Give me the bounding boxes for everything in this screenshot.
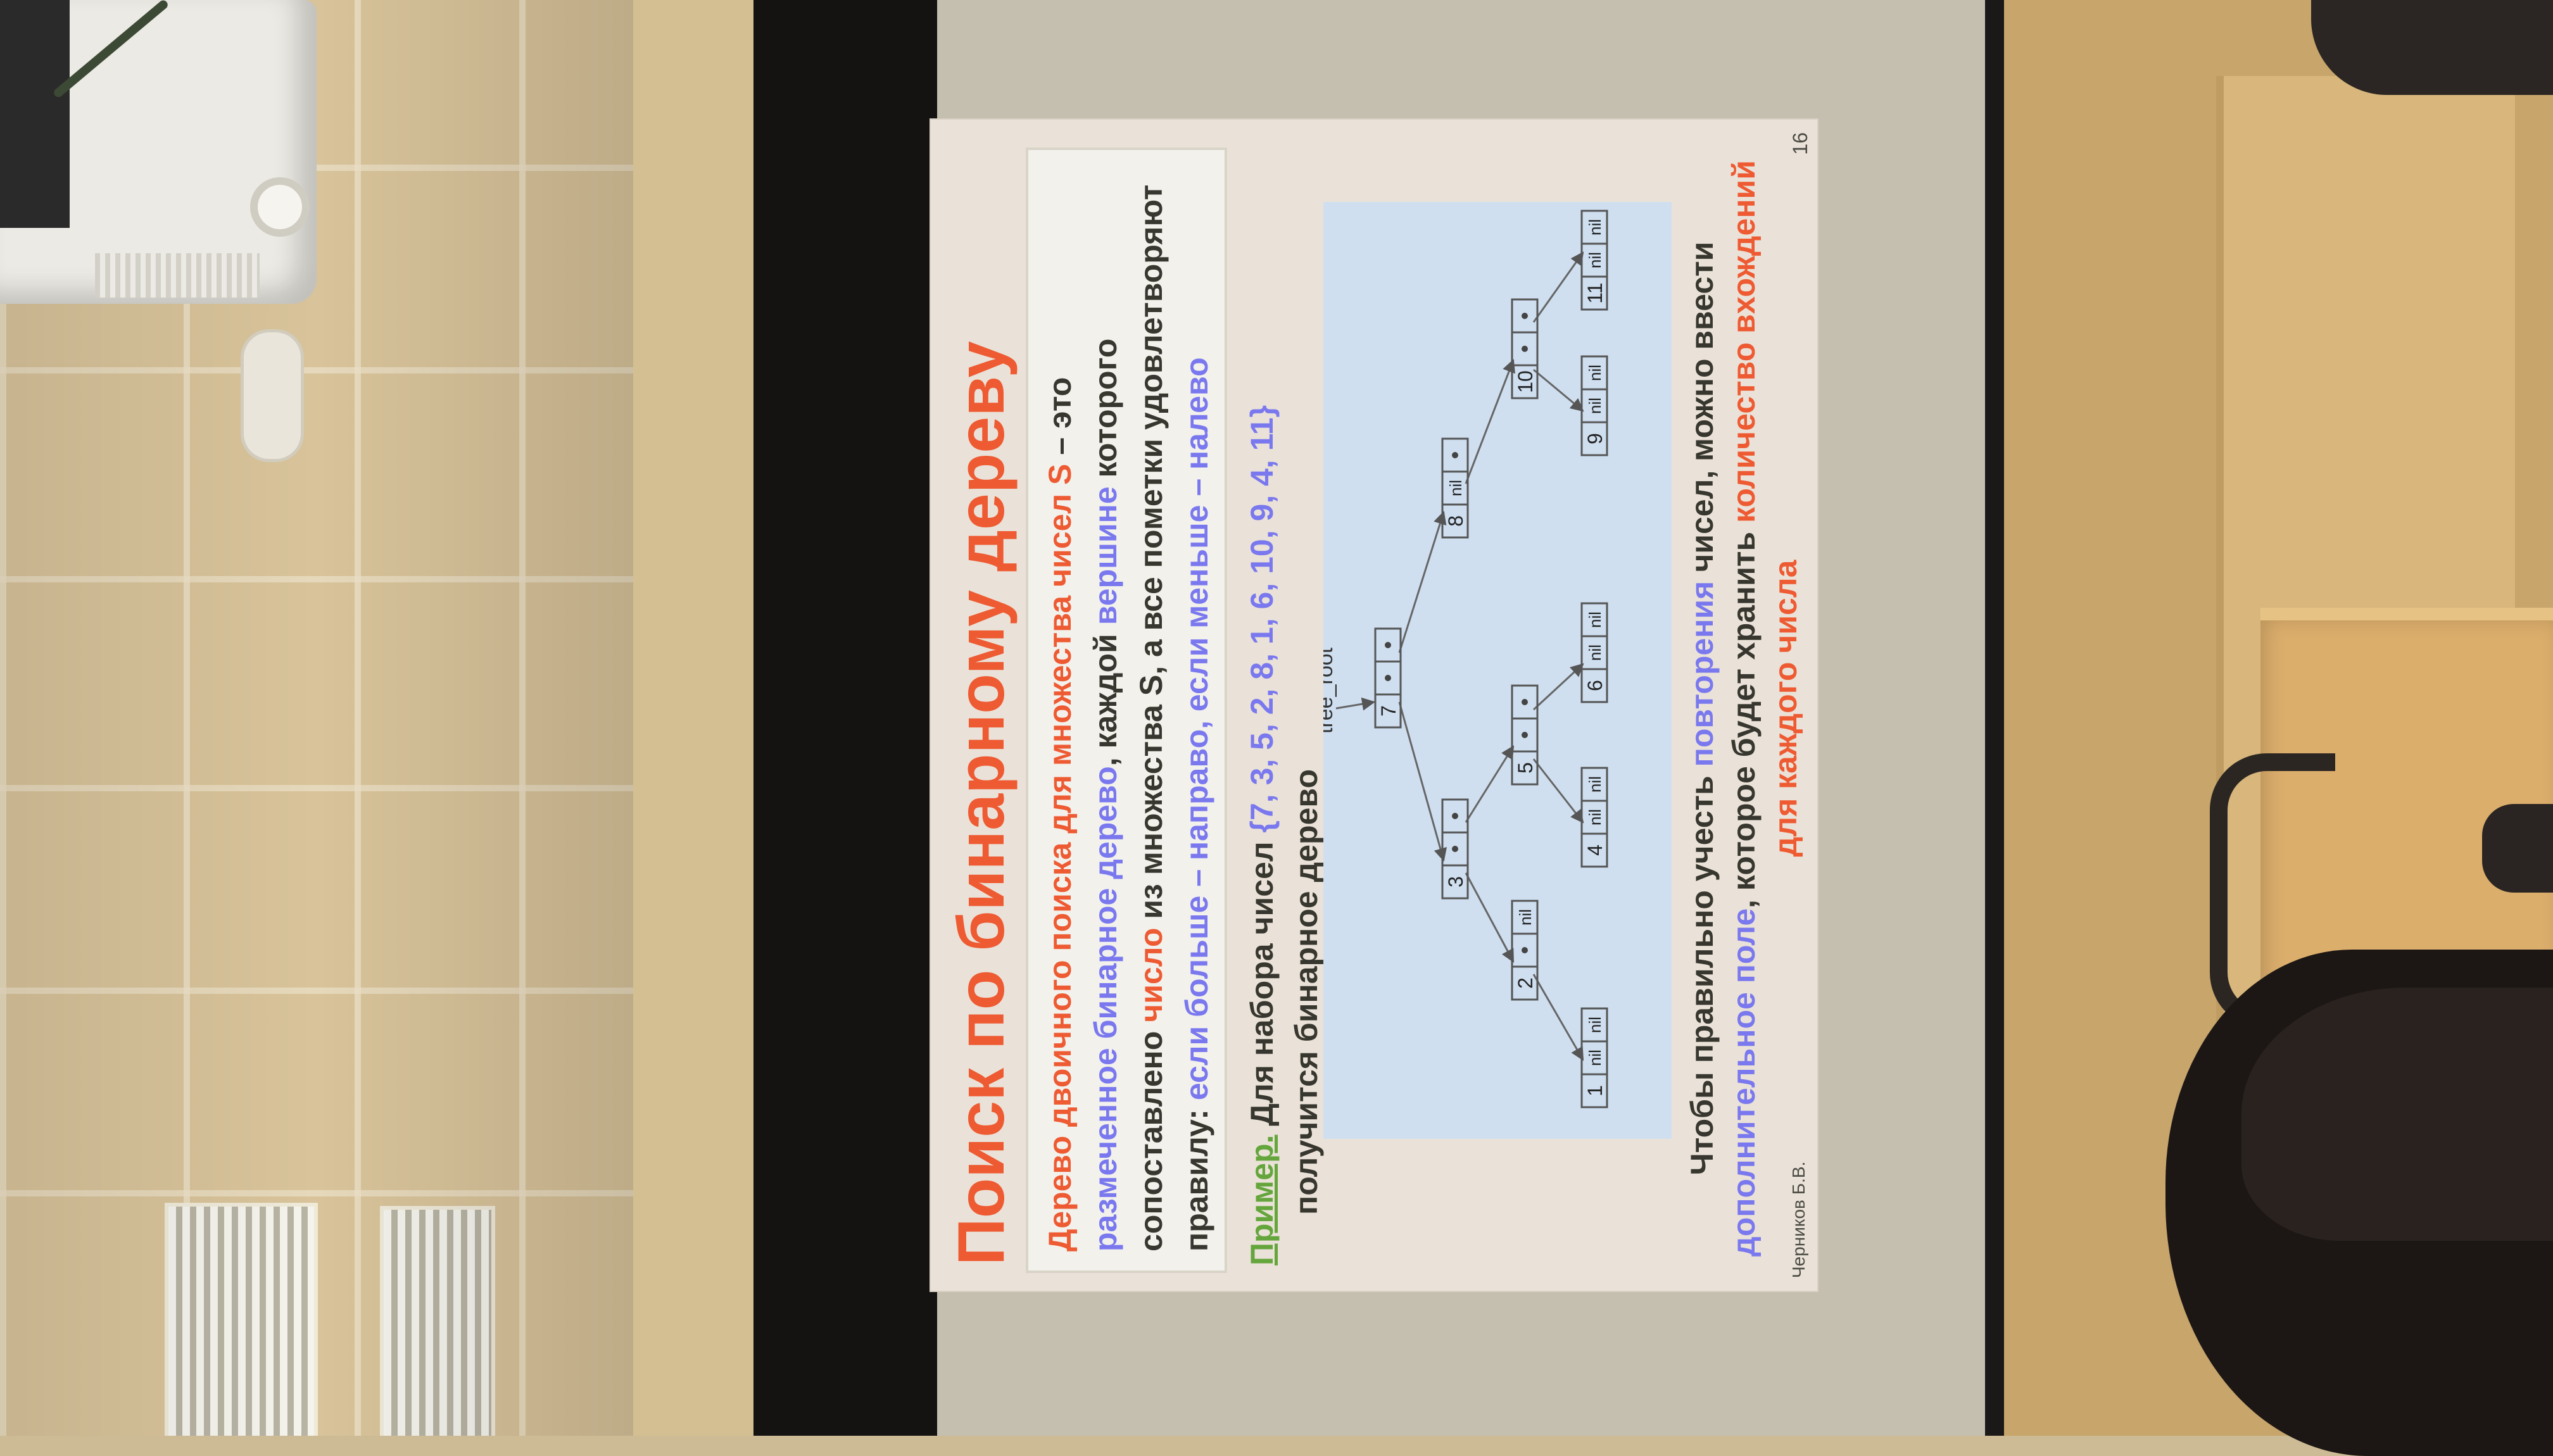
definition-part: Дерево двоичного поиска для множества чи… bbox=[1042, 463, 1078, 1252]
tree-node: 7 bbox=[1374, 627, 1402, 729]
tree-edge bbox=[1532, 251, 1584, 323]
tree-root-label: tree_root bbox=[1323, 647, 1337, 734]
nil-label: nil bbox=[1585, 1017, 1604, 1033]
slide: Поиск по бинарному дереву Дерево двоично… bbox=[931, 120, 1817, 1291]
tree-edge bbox=[1532, 758, 1584, 824]
example-part: получится бинарное дерево bbox=[1289, 769, 1324, 1215]
footer-part: дополнительное поле bbox=[1726, 908, 1762, 1257]
tree-node-label: 9 bbox=[1584, 433, 1606, 444]
definition-part: вершине bbox=[1088, 486, 1123, 625]
definition-part: размеченное бинарное дерево bbox=[1088, 766, 1123, 1252]
slide-author: Черников Б.В. bbox=[1789, 1161, 1808, 1278]
nil-label: nil bbox=[1585, 365, 1604, 381]
definition-box: Дерево двоичного поиска для множества чи… bbox=[1026, 147, 1227, 1273]
tree-node: 5 bbox=[1511, 684, 1539, 786]
tree-node-label: 6 bbox=[1584, 680, 1606, 691]
footer-part: , которое будет хранить bbox=[1726, 523, 1762, 908]
projector-cable bbox=[52, 0, 170, 99]
wall bbox=[633, 0, 753, 1436]
screen-frame bbox=[753, 0, 937, 1436]
nil-label: nil bbox=[1585, 252, 1604, 268]
footer-part: повторения bbox=[1684, 581, 1720, 767]
example-text: Пример. Для набора чисел {7, 3, 5, 2, 8,… bbox=[1240, 151, 1328, 1265]
definition-part: если больше – направо, если меньше – нал… bbox=[1179, 357, 1214, 1101]
projector-lens bbox=[250, 177, 310, 237]
tree-edge bbox=[1465, 745, 1515, 823]
nil-label: nil bbox=[1446, 480, 1465, 496]
projector bbox=[0, 0, 317, 304]
tree-node: 6 nil nil bbox=[1580, 602, 1608, 703]
footer-part: чисел, можно ввести bbox=[1684, 241, 1720, 581]
example-label: Пример. bbox=[1244, 1134, 1280, 1265]
tree-node-label: 2 bbox=[1514, 977, 1537, 989]
tree-node-label: 7 bbox=[1377, 705, 1400, 717]
definition-part: , каждой bbox=[1088, 625, 1123, 767]
projector-mount bbox=[0, 0, 70, 228]
smoke-detector bbox=[241, 329, 304, 462]
example-set: {7, 3, 5, 2, 8, 1, 6, 10, 9, 4, 11} bbox=[1244, 405, 1280, 833]
tree-svg: tree_root 7 3 8 nil 2 nil 5 10 1 nil nil… bbox=[1313, 210, 1608, 1108]
tree-node-label: 1 bbox=[1584, 1085, 1606, 1096]
tree-node: 8 nil bbox=[1441, 437, 1469, 539]
nil-label: nil bbox=[1585, 776, 1604, 793]
tree-node-label: 4 bbox=[1584, 844, 1606, 856]
tree-edges bbox=[1335, 251, 1584, 1061]
foreground-object bbox=[2311, 0, 2553, 95]
tree-edge bbox=[1465, 359, 1516, 484]
nil-label: nil bbox=[1585, 644, 1604, 661]
tree-node-label: 3 bbox=[1444, 876, 1467, 888]
tree-node: 11 nil nil bbox=[1580, 210, 1608, 311]
nil-label: nil bbox=[1585, 809, 1604, 825]
tree-edge bbox=[1335, 697, 1376, 711]
tree-node: 3 bbox=[1441, 798, 1469, 900]
tree-node: 9 nil nil bbox=[1580, 355, 1608, 456]
tree-edge bbox=[1398, 701, 1447, 862]
tree-edge bbox=[1398, 510, 1447, 653]
tree-edge bbox=[1532, 974, 1584, 1061]
nil-label: nil bbox=[1585, 1050, 1604, 1066]
tree-edge bbox=[1532, 663, 1584, 711]
nil-label: nil bbox=[1585, 398, 1604, 414]
tree-node: 1 nil nil bbox=[1580, 1007, 1608, 1108]
tree-edge bbox=[1533, 368, 1584, 412]
nil-label: nil bbox=[1585, 219, 1604, 235]
chair-seat bbox=[2482, 804, 2553, 893]
projector-vent bbox=[95, 253, 260, 298]
definition-part: – это bbox=[1042, 377, 1078, 464]
tree-node: 10 bbox=[1511, 298, 1539, 399]
audience-hair bbox=[2241, 988, 2553, 1241]
slide-title: Поиск по бинарному дереву bbox=[945, 341, 1018, 1265]
tree-edge bbox=[1465, 872, 1515, 963]
nil-label: nil bbox=[1516, 909, 1535, 926]
footer-part: Чтобы правильно учесть bbox=[1684, 767, 1720, 1176]
tree-node-label: 5 bbox=[1514, 762, 1537, 774]
tree-node-label: 10 bbox=[1514, 370, 1537, 393]
nil-label: nil bbox=[1585, 612, 1604, 628]
example-part: Для набора чисел bbox=[1244, 832, 1280, 1135]
tree-node-label: 11 bbox=[1584, 282, 1606, 303]
tree-node: 4 nil nil bbox=[1580, 767, 1608, 868]
definition-part: число bbox=[1133, 927, 1169, 1022]
definition-text: Дерево двоичного поиска для множества чи… bbox=[1037, 175, 1220, 1252]
tree-diagram: tree_root 7 3 8 nil 2 nil 5 10 1 nil nil… bbox=[1313, 202, 1672, 1139]
tree-node-label: 8 bbox=[1444, 515, 1467, 527]
screen-edge bbox=[1985, 0, 2004, 1436]
slide-page-number: 16 bbox=[1789, 132, 1812, 155]
footer-text: Чтобы правильно учесть повторения чисел,… bbox=[1681, 151, 1806, 1265]
tree-node: 2 nil bbox=[1511, 900, 1539, 1001]
